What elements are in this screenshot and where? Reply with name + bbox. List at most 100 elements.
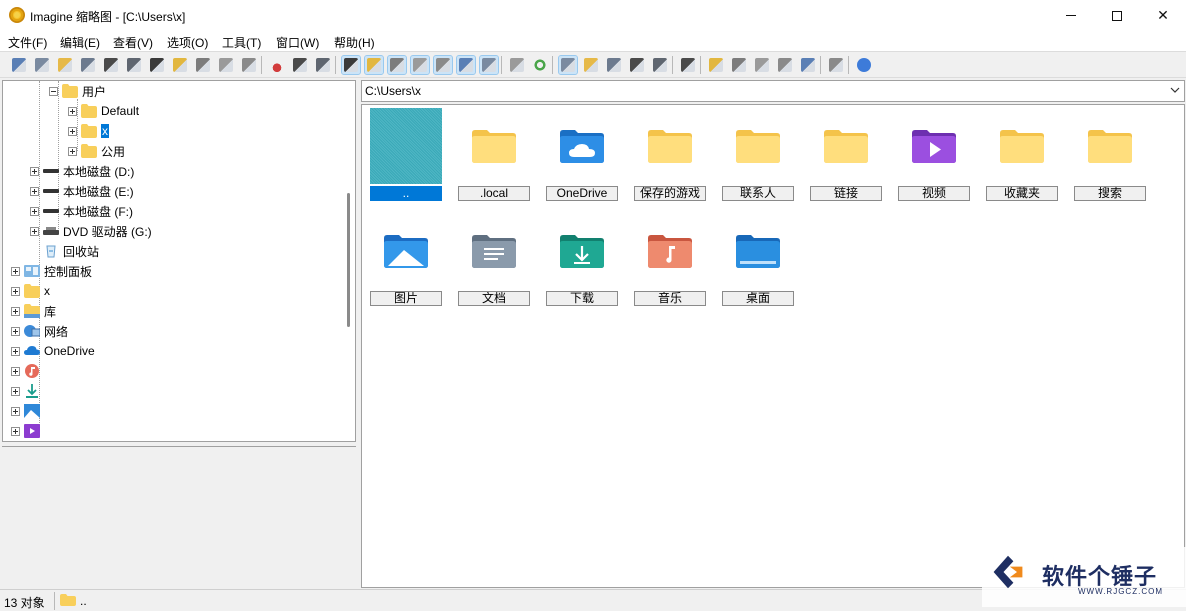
thumbnail-item[interactable]: .local	[458, 108, 530, 204]
details-button[interactable]	[628, 56, 646, 74]
expand-icon[interactable]	[11, 426, 20, 436]
open-folder-button[interactable]	[56, 56, 74, 74]
tree-item[interactable]: x	[11, 281, 50, 301]
tree-item[interactable]: 库	[11, 301, 56, 321]
refresh-button[interactable]	[531, 56, 549, 74]
notes-button[interactable]	[827, 56, 845, 74]
paste-button[interactable]	[314, 56, 332, 74]
expand-icon[interactable]	[11, 386, 20, 396]
thumbnail-item[interactable]: 收藏夹	[986, 108, 1058, 204]
tree-item[interactable]: OneDrive	[11, 341, 95, 361]
expand-icon[interactable]	[30, 166, 39, 176]
videos-folder-icon	[898, 108, 970, 184]
tree-item[interactable]: 本地磁盘 (F:)	[30, 201, 133, 221]
expand-icon[interactable]	[30, 206, 39, 216]
cut-button[interactable]	[268, 56, 286, 74]
menu-tools[interactable]: 工具(T)	[222, 34, 261, 51]
film-button[interactable]	[776, 56, 794, 74]
tree-scrollbar[interactable]	[342, 81, 355, 441]
clock-button[interactable]	[387, 55, 407, 75]
thumbnail-item[interactable]: 保存的游戏	[634, 108, 706, 204]
tiles-button[interactable]	[651, 56, 669, 74]
tree-item[interactable]: 控制面板	[11, 261, 92, 281]
tree-item[interactable]: 回收站	[30, 241, 99, 261]
expand-icon[interactable]	[11, 266, 20, 276]
expand-icon[interactable]	[11, 346, 20, 356]
batch-button[interactable]	[730, 56, 748, 74]
filmstrip-button[interactable]	[364, 55, 384, 75]
tree-item[interactable]: 网络	[11, 321, 68, 341]
grid-button[interactable]	[433, 55, 453, 75]
tree-item[interactable]: 本地磁盘 (E:)	[30, 181, 134, 201]
collapse-icon[interactable]	[49, 86, 58, 96]
tools-button[interactable]	[679, 56, 697, 74]
expand-icon[interactable]	[11, 366, 20, 376]
address-bar[interactable]: C:\Users\x	[361, 80, 1185, 102]
folder-up-button[interactable]	[508, 56, 526, 74]
tree-item[interactable]	[11, 381, 44, 401]
delete-button[interactable]	[217, 56, 235, 74]
new-folder-button[interactable]	[171, 56, 189, 74]
tree-item[interactable]: 用户	[49, 81, 106, 101]
thumbnail-item[interactable]: 音乐	[634, 213, 706, 309]
tree-scroll-thumb[interactable]	[347, 193, 350, 327]
thumbnail-item[interactable]: 视频	[898, 108, 970, 204]
expand-icon[interactable]	[30, 186, 39, 196]
tree-item[interactable]	[11, 421, 44, 441]
close-button[interactable]: ✕	[1140, 0, 1186, 31]
info-button[interactable]	[125, 56, 143, 74]
edit-button[interactable]	[799, 56, 817, 74]
menu-edit[interactable]: 编辑(E)	[60, 34, 100, 51]
expand-icon[interactable]	[11, 406, 20, 416]
expand-icon[interactable]	[68, 146, 77, 156]
thumbnail-view-button[interactable]	[341, 55, 361, 75]
tree-item[interactable]	[11, 361, 44, 381]
chevron-down-icon[interactable]	[1170, 85, 1180, 95]
menu-options[interactable]: 选项(O)	[167, 34, 208, 51]
small-buttons-icon[interactable]	[582, 56, 600, 74]
menu-window[interactable]: 窗口(W)	[276, 34, 319, 51]
tree-item[interactable]	[11, 401, 44, 421]
thumbnail-item[interactable]: 搜索	[1074, 108, 1146, 204]
tree-item[interactable]: 本地磁盘 (D:)	[30, 161, 134, 181]
thumbnail-item[interactable]: ..	[370, 108, 442, 204]
camera-button[interactable]	[148, 56, 166, 74]
thumbnail-item[interactable]: 图片	[370, 213, 442, 309]
expand-icon[interactable]	[11, 306, 20, 316]
help-button[interactable]	[855, 56, 873, 74]
tree-item[interactable]: x	[68, 121, 109, 141]
thumbnail-item[interactable]: 下载	[546, 213, 618, 309]
detail-button[interactable]	[410, 55, 430, 75]
expand-icon[interactable]	[30, 226, 39, 236]
slideshow-button[interactable]	[33, 56, 51, 74]
convert-button[interactable]	[707, 56, 725, 74]
eye-button[interactable]	[10, 56, 28, 74]
menu-view[interactable]: 查看(V)	[113, 34, 153, 51]
maximize-button[interactable]	[1094, 0, 1140, 31]
thumbnail-item[interactable]: 链接	[810, 108, 882, 204]
thumbnail-item[interactable]: 联系人	[722, 108, 794, 204]
expand-icon[interactable]	[68, 106, 77, 116]
thumbnail-item[interactable]: 桌面	[722, 213, 794, 309]
print-button[interactable]	[102, 56, 120, 74]
copy-button[interactable]	[291, 56, 309, 74]
expand-icon[interactable]	[11, 286, 20, 296]
copy-to-button[interactable]	[79, 56, 97, 74]
menu-help[interactable]: 帮助(H)	[334, 34, 375, 51]
thumbnail-item[interactable]: OneDrive	[546, 108, 618, 204]
expand-icon[interactable]	[68, 126, 77, 136]
tree-item[interactable]: DVD 驱动器 (G:)	[30, 221, 152, 241]
thumbnail-item[interactable]: 文档	[458, 213, 530, 309]
tree-item[interactable]: 公用	[68, 141, 125, 161]
rename-button[interactable]	[194, 56, 212, 74]
single-button[interactable]	[456, 55, 476, 75]
minimize-button[interactable]	[1048, 0, 1094, 31]
large-buttons-icon[interactable]	[558, 55, 578, 75]
list-button[interactable]	[605, 56, 623, 74]
tree-item[interactable]: Default	[68, 101, 139, 121]
menu-file[interactable]: 文件(F)	[8, 34, 47, 51]
expand-icon[interactable]	[11, 326, 20, 336]
settings-button[interactable]	[240, 56, 258, 74]
photo-button[interactable]	[479, 55, 499, 75]
screen-capture-button[interactable]	[753, 56, 771, 74]
